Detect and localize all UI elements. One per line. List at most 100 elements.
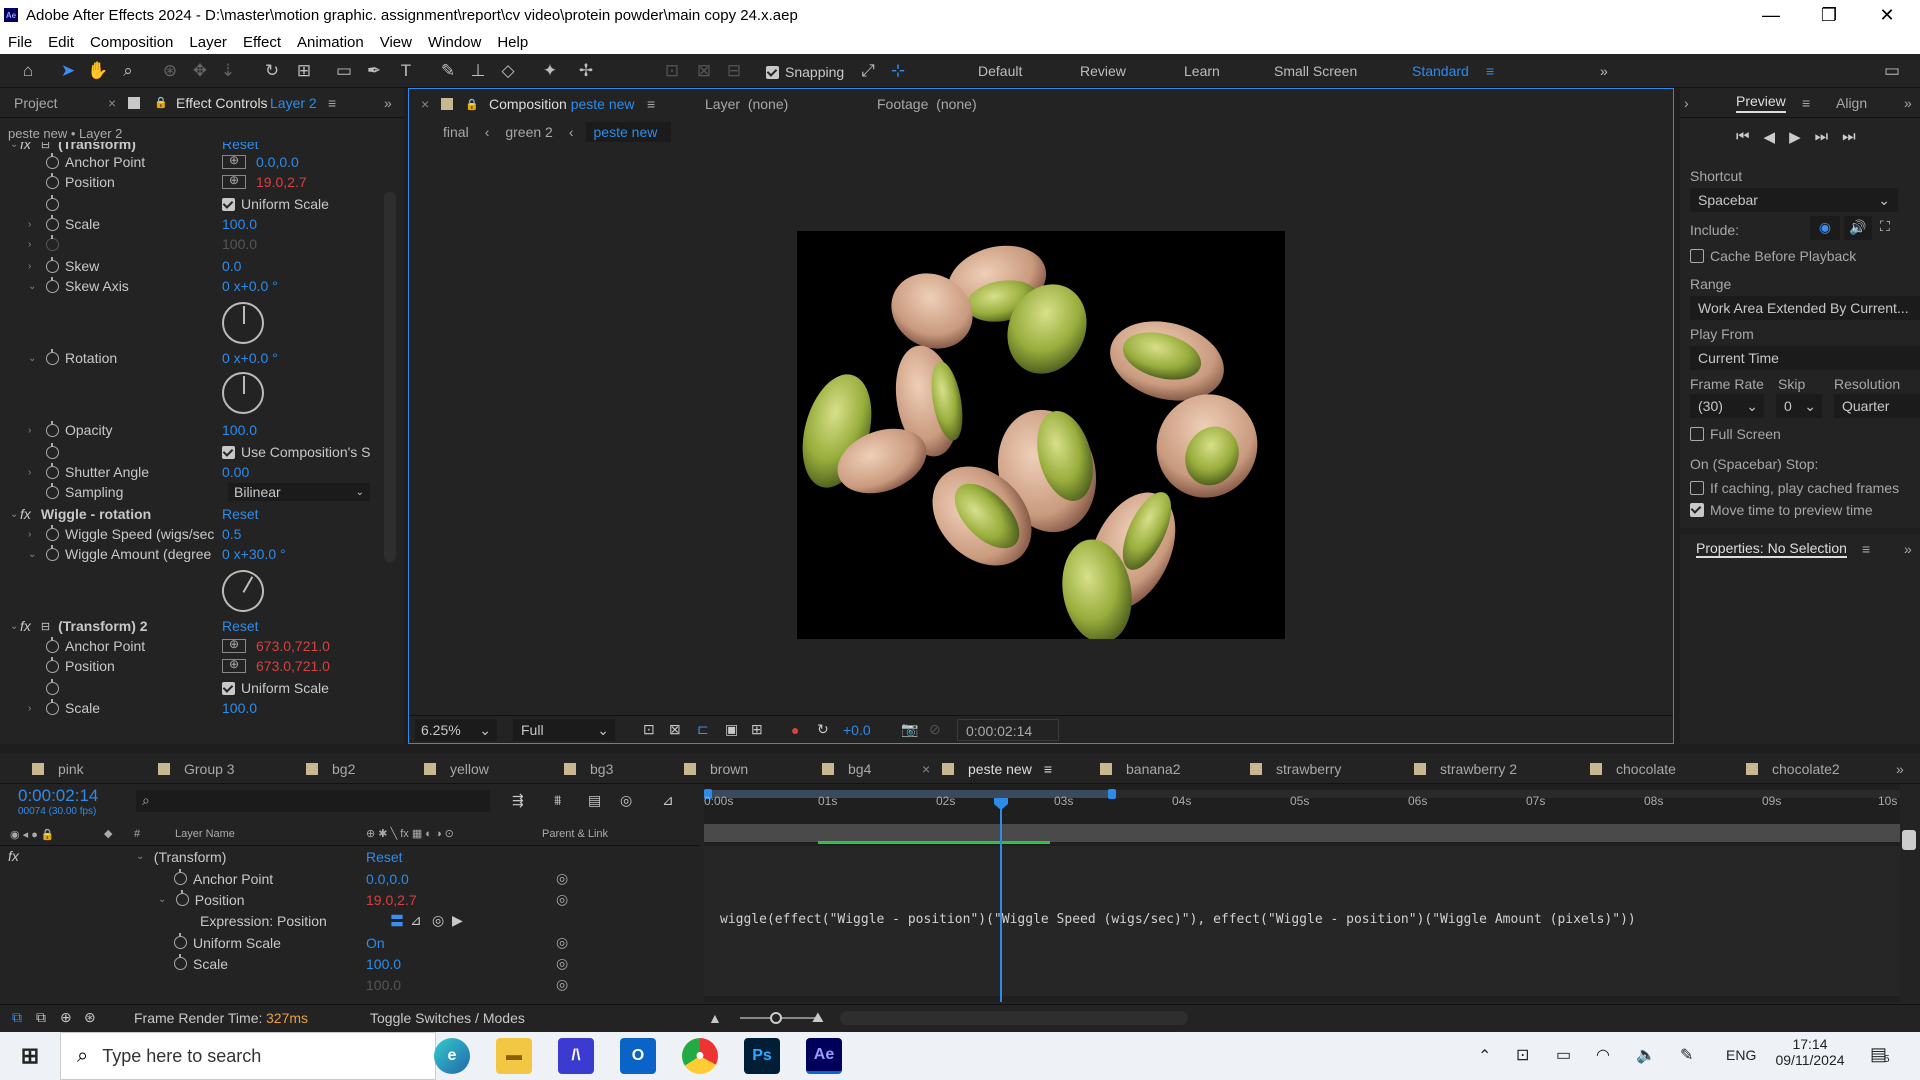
photoshop-icon[interactable]: Ps [744, 1038, 780, 1074]
menu-effect[interactable]: Effect [235, 34, 289, 51]
anchor2-value[interactable]: 673.0,721.0 [256, 638, 330, 654]
chrome-icon[interactable]: ● [682, 1038, 718, 1074]
scale-row-value[interactable]: 100.0 [366, 953, 401, 974]
more-workspaces-icon[interactable]: » [1600, 63, 1608, 79]
workspace-standard[interactable]: Standard [1412, 63, 1469, 79]
crosshair-icon[interactable] [222, 153, 246, 169]
uniform-row[interactable]: Uniform Scale [174, 932, 281, 953]
anchor-value[interactable]: 0.0,0.0 [256, 154, 299, 170]
local-axis-icon[interactable]: ⊡ [660, 59, 684, 83]
shutter-angle-value[interactable]: 0.00 [222, 464, 249, 480]
zoom-out-icon[interactable]: ▲ [708, 1010, 722, 1026]
expression-pickwhip-icon[interactable]: ◎ [432, 910, 444, 931]
after-effects-icon[interactable]: Ae [806, 1038, 842, 1074]
timeline-tab-bg2[interactable]: bg2 [306, 754, 355, 784]
move-time-checkbox[interactable]: Move time to preview time [1690, 502, 1873, 518]
transform2-reset[interactable]: Reset [222, 618, 259, 634]
anchor-row-value[interactable]: 0.0,0.0 [366, 868, 409, 889]
stopwatch-icon[interactable] [46, 276, 59, 293]
outlook-icon[interactable]: O [620, 1038, 656, 1074]
grid-options-icon[interactable]: ⊞ [751, 721, 763, 738]
workspace-default[interactable]: Default [978, 63, 1022, 79]
menu-composition[interactable]: Composition [82, 34, 181, 51]
zoom-dropdown[interactable]: 6.25% ⌄ [415, 718, 497, 741]
pickwhip-icon[interactable]: ◎ [556, 889, 568, 910]
toggle-switches-modes[interactable]: Toggle Switches / Modes [370, 1010, 525, 1026]
next-frame-icon[interactable]: ⏭ [1815, 128, 1829, 146]
show-hidden-icons-icon[interactable]: ⌃ [1478, 1046, 1491, 1066]
puppet-tool-icon[interactable]: ✢ [574, 59, 598, 83]
snapping-toggle[interactable]: Snapping [766, 64, 844, 80]
crosshair-icon[interactable] [222, 657, 246, 673]
frame-blending-icon[interactable]: ▤ [588, 792, 601, 809]
lock-icon[interactable]: 🔒 [154, 96, 168, 109]
play-icon[interactable]: ▶ [1789, 128, 1801, 146]
range-dropdown[interactable]: Work Area Extended By Current... [1690, 296, 1920, 320]
type-tool-icon[interactable]: T [394, 59, 418, 83]
volume-icon[interactable]: 🔈 [1636, 1045, 1656, 1065]
layer-switches-icon[interactable]: ⧉ [12, 1009, 22, 1026]
tab-layer[interactable]: Layer (none) [705, 89, 788, 119]
timeline-zoom-slider[interactable] [740, 1012, 820, 1024]
zoom-tool-icon[interactable]: ⌕ [116, 59, 140, 83]
timeline-tab-pink[interactable]: pink [32, 754, 84, 784]
properties-menu-icon[interactable]: ≡ [1862, 541, 1870, 557]
timeline-tab-strawberry2[interactable]: strawberry 2 [1414, 754, 1517, 784]
work-area-end-handle[interactable] [1108, 789, 1116, 799]
pickwhip-icon[interactable]: ◎ [556, 953, 568, 974]
sampling-dropdown[interactable]: Bilinear ⌄ [228, 483, 370, 501]
full-screen-checkbox[interactable]: Full Screen [1690, 426, 1781, 442]
language-indicator[interactable]: ENG [1726, 1047, 1756, 1063]
rotate-tool-icon[interactable]: ↻ [260, 59, 284, 83]
wiggle-reset[interactable]: Reset [222, 506, 259, 522]
panel-menu-icon[interactable]: ≡ [328, 95, 336, 111]
shy-layers-icon[interactable]: ⩩ [554, 792, 561, 809]
maximize-button[interactable]: ❐ [1800, 0, 1858, 30]
position-row-value[interactable]: 19.0,2.7 [366, 889, 417, 910]
home-icon[interactable]: ⌂ [16, 59, 40, 83]
stopwatch-icon[interactable] [46, 678, 59, 695]
channel-rgb-icon[interactable]: ● [791, 722, 799, 738]
menu-window[interactable]: Window [420, 34, 489, 51]
menu-layer[interactable]: Layer [181, 34, 235, 51]
eraser-tool-icon[interactable]: ◇ [496, 59, 520, 83]
windows-start-icon[interactable]: ⊞ [12, 1038, 48, 1074]
stopwatch-icon[interactable] [46, 656, 59, 673]
position-value[interactable]: 19.0,2.7 [256, 174, 307, 190]
transform-row[interactable]: ⌄ (Transform) [136, 846, 226, 867]
horizontal-scrollbar[interactable] [840, 1011, 1188, 1025]
exposure-value[interactable]: +0.0 [843, 722, 871, 738]
skip-dropdown[interactable]: 0 ⌄ [1776, 394, 1822, 418]
expression-graph-icon[interactable]: ⊿ [410, 910, 422, 931]
stopwatch-icon[interactable] [46, 172, 59, 189]
region-of-interest-icon[interactable]: ⊡ [643, 721, 655, 738]
show-snapshot-icon[interactable]: ⊘ [929, 721, 941, 738]
roto-brush-tool-icon[interactable]: ✦ [538, 59, 562, 83]
layer-bar[interactable] [704, 824, 1900, 842]
clone-stamp-tool-icon[interactable]: ⊥ [466, 59, 490, 83]
view-axis-icon[interactable]: ⊟ [722, 59, 746, 83]
pickwhip-icon[interactable]: ◎ [556, 932, 568, 953]
stopwatch-icon[interactable] [174, 933, 187, 949]
pickwhip-icon[interactable]: ◎ [556, 974, 568, 995]
breadcrumb-peste-new[interactable]: peste new [585, 122, 672, 142]
resolution-dropdown[interactable]: Full ⌄ [513, 718, 615, 741]
lock-icon[interactable]: 🔒 [465, 89, 479, 119]
stopwatch-icon[interactable] [174, 869, 187, 885]
dev-app-icon[interactable]: /\ [558, 1038, 594, 1074]
stopwatch-icon[interactable] [46, 214, 59, 231]
stopwatch-icon[interactable] [46, 544, 59, 561]
timeline-tab-bg4[interactable]: bg4 [822, 754, 871, 784]
timeline-tab-brown[interactable]: brown [684, 754, 748, 784]
tab-effect-controls[interactable]: Effect Controls [176, 95, 268, 111]
pickwhip-icon[interactable]: ◎ [556, 868, 568, 889]
minimize-button[interactable]: — [1742, 0, 1800, 30]
comp-shutter-checkbox[interactable]: Use Composition's S [222, 444, 371, 460]
tab-align[interactable]: Align [1836, 95, 1867, 111]
taskbar-search-input[interactable]: ⌕ Type here to search [60, 1032, 436, 1080]
timeline-tab-chocolate2[interactable]: chocolate2 [1746, 754, 1840, 784]
menu-help[interactable]: Help [489, 34, 536, 51]
workspace-menu-icon[interactable]: ≡ [1486, 63, 1494, 79]
tab-composition[interactable]: Composition peste new [489, 89, 635, 119]
stopwatch-icon[interactable] [46, 420, 59, 437]
